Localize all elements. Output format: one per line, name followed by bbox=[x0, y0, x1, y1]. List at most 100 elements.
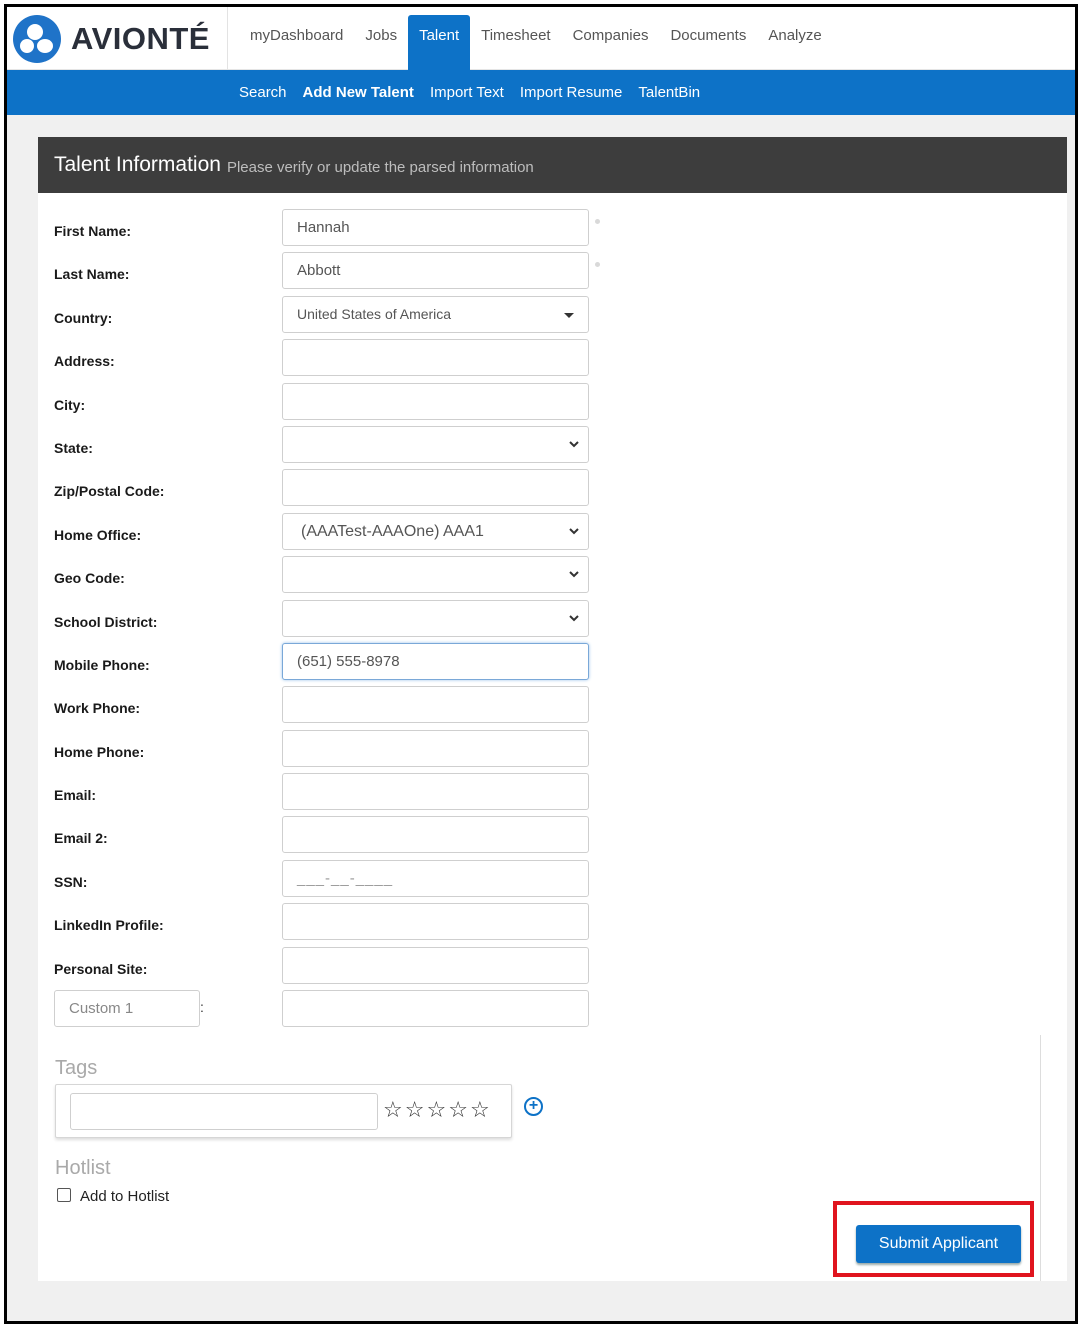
home-phone-label: Home Phone: bbox=[54, 743, 145, 760]
submit-applicant-button[interactable]: Submit Applicant bbox=[856, 1225, 1021, 1263]
star-icon[interactable]: ☆ bbox=[383, 1096, 403, 1124]
brand-name: AVIONTÉ bbox=[71, 21, 210, 56]
state-row: State: bbox=[54, 425, 654, 469]
last-name-label: Last Name: bbox=[54, 266, 130, 283]
tag-input[interactable] bbox=[70, 1093, 378, 1130]
school-district-select[interactable] bbox=[282, 599, 589, 637]
panel-subtitle: Please verify or update the parsed infor… bbox=[226, 158, 534, 176]
tab-timesheet[interactable]: Timesheet bbox=[470, 15, 561, 70]
city-label: City: bbox=[54, 396, 86, 413]
brand-logo[interactable]: AVIONTÉ bbox=[13, 13, 225, 65]
school-district-label: School District: bbox=[54, 613, 158, 630]
last-name-row: Last Name: Abbott bbox=[54, 252, 654, 295]
sub-navigation: Search Add New Talent Import Text Import… bbox=[7, 70, 1075, 115]
panel-header: Talent Information Please verify or upda… bbox=[38, 137, 1067, 193]
talent-form: First Name: Hannah Last Name: Abbott Cou… bbox=[54, 209, 654, 1033]
star-rating: ☆ ☆ ☆ ☆ ☆ bbox=[383, 1096, 492, 1124]
avionte-logo-icon bbox=[13, 15, 61, 63]
city-row: City: bbox=[54, 382, 654, 426]
custom1-value-input[interactable] bbox=[282, 990, 589, 1028]
custom1-colon: : bbox=[200, 999, 204, 1016]
last-name-input[interactable]: Abbott bbox=[282, 252, 589, 290]
email2-label: Email 2: bbox=[54, 830, 108, 847]
tags-box: ☆ ☆ ☆ ☆ ☆ bbox=[55, 1084, 512, 1138]
geo-code-row: Geo Code: bbox=[54, 556, 654, 599]
add-to-hotlist-checkbox[interactable] bbox=[57, 1188, 71, 1202]
first-name-row: First Name: Hannah bbox=[54, 209, 654, 252]
tab-documents[interactable]: Documents bbox=[659, 15, 757, 70]
tab-mydashboard[interactable]: myDashboard bbox=[239, 15, 354, 70]
top-navigation: AVIONTÉ myDashboard Jobs Talent Timeshee… bbox=[7, 7, 1075, 70]
star-icon[interactable]: ☆ bbox=[426, 1096, 446, 1124]
home-office-value: (AAATest-AAAOne) AAA1 bbox=[301, 522, 484, 540]
tab-jobs[interactable]: Jobs bbox=[354, 15, 408, 70]
ssn-input[interactable]: ___-__-____ bbox=[282, 859, 589, 897]
home-phone-row: Home Phone: bbox=[54, 729, 654, 773]
subnav-search[interactable]: Search bbox=[239, 84, 287, 101]
tags-title: Tags bbox=[55, 1057, 98, 1079]
geo-code-label: Geo Code: bbox=[54, 570, 125, 587]
email-label: Email: bbox=[54, 787, 97, 804]
subnav-add-new-talent[interactable]: Add New Talent bbox=[303, 84, 414, 101]
geo-code-select[interactable] bbox=[282, 556, 589, 594]
chevron-down-icon bbox=[569, 571, 579, 578]
linkedin-row: LinkedIn Profile: bbox=[54, 903, 654, 946]
state-label: State: bbox=[54, 439, 93, 456]
hotlist-title: Hotlist bbox=[55, 1157, 111, 1179]
talent-information-panel: Talent Information Please verify or upda… bbox=[38, 137, 1067, 1281]
linkedin-input[interactable] bbox=[282, 903, 589, 941]
address-label: Address: bbox=[54, 353, 115, 370]
email2-row: Email 2: bbox=[54, 816, 654, 859]
work-phone-label: Work Phone: bbox=[54, 700, 141, 717]
work-phone-input[interactable] bbox=[282, 686, 589, 724]
add-to-hotlist-label[interactable]: Add to Hotlist bbox=[80, 1188, 169, 1205]
first-name-input[interactable]: Hannah bbox=[282, 209, 589, 246]
tab-talent[interactable]: Talent bbox=[408, 15, 471, 70]
home-phone-input[interactable] bbox=[282, 729, 589, 767]
panel-title: Talent Information bbox=[54, 153, 221, 176]
country-row: Country: United States of America bbox=[54, 295, 654, 339]
mobile-phone-row: Mobile Phone: (651) 555-8978 bbox=[54, 642, 654, 686]
country-select[interactable]: United States of America bbox=[282, 295, 589, 333]
nav-divider bbox=[227, 7, 228, 70]
chevron-down-icon bbox=[569, 614, 579, 621]
address-input[interactable] bbox=[282, 339, 589, 377]
email2-input[interactable] bbox=[282, 816, 589, 854]
personal-site-label: Personal Site: bbox=[54, 960, 148, 977]
zip-input[interactable] bbox=[282, 469, 589, 507]
custom1-row: Custom 1 : bbox=[54, 990, 654, 1033]
subnav-import-resume[interactable]: Import Resume bbox=[520, 84, 623, 101]
mobile-phone-label: Mobile Phone: bbox=[54, 656, 150, 673]
plus-circle-icon[interactable]: + bbox=[524, 1097, 543, 1116]
star-icon[interactable]: ☆ bbox=[448, 1096, 468, 1124]
home-office-select[interactable]: (AAATest-AAAOne) AAA1 bbox=[282, 512, 589, 550]
star-icon[interactable]: ☆ bbox=[470, 1096, 490, 1124]
ssn-label: SSN: bbox=[54, 873, 88, 890]
personal-site-row: Personal Site: bbox=[54, 946, 654, 990]
home-office-row: Home Office: (AAATest-AAAOne) AAA1 bbox=[54, 512, 654, 556]
personal-site-input[interactable] bbox=[282, 946, 589, 984]
caret-down-icon bbox=[564, 312, 574, 318]
tab-companies[interactable]: Companies bbox=[562, 15, 660, 70]
tab-analyze[interactable]: Analyze bbox=[757, 15, 832, 70]
first-name-label: First Name: bbox=[54, 223, 132, 239]
custom1-label-input[interactable]: Custom 1 bbox=[54, 990, 200, 1028]
address-row: Address: bbox=[54, 339, 654, 382]
main-tabs: myDashboard Jobs Talent Timesheet Compan… bbox=[239, 15, 833, 70]
mobile-phone-input[interactable]: (651) 555-8978 bbox=[282, 642, 589, 680]
subnav-talentbin[interactable]: TalentBin bbox=[638, 84, 700, 101]
required-indicator bbox=[595, 219, 600, 224]
work-phone-row: Work Phone: bbox=[54, 686, 654, 729]
city-input[interactable] bbox=[282, 382, 589, 420]
state-select[interactable] bbox=[282, 425, 589, 463]
email-input[interactable] bbox=[282, 773, 589, 811]
linkedin-label: LinkedIn Profile: bbox=[54, 917, 164, 934]
star-icon[interactable]: ☆ bbox=[405, 1096, 425, 1124]
zip-label: Zip/Postal Code: bbox=[54, 483, 165, 500]
subnav-import-text[interactable]: Import Text bbox=[430, 84, 504, 101]
school-district-row: School District: bbox=[54, 599, 654, 643]
chevron-down-icon bbox=[569, 441, 579, 448]
app-window: AVIONTÉ myDashboard Jobs Talent Timeshee… bbox=[4, 4, 1078, 1324]
panel-edge bbox=[1040, 1035, 1041, 1281]
ssn-row: SSN: ___-__-____ bbox=[54, 859, 654, 903]
